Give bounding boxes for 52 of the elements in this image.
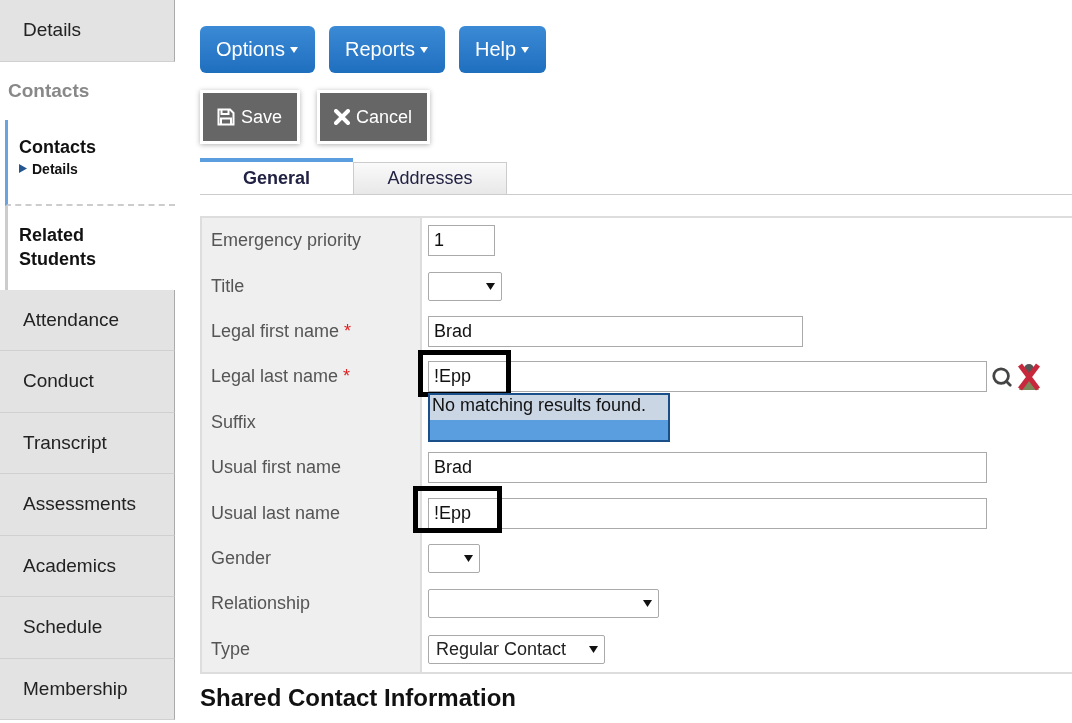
field-label: Suffix	[202, 399, 422, 445]
sidebar-tab[interactable]: Assessments	[0, 474, 175, 536]
sidebar-node-label: Contacts	[19, 135, 97, 159]
text-field[interactable]: 1	[428, 225, 495, 257]
select-dropdown[interactable]	[428, 543, 480, 573]
sidebar-tab[interactable]: Details	[0, 0, 175, 62]
triangle-icon	[19, 164, 27, 174]
cancel-button[interactable]: Cancel	[320, 93, 428, 141]
person-crossed-icon[interactable]	[1015, 361, 1043, 392]
text-field[interactable]: !Epp	[428, 361, 987, 393]
field-label: Emergency priority	[202, 218, 422, 264]
text-field[interactable]: !Epp	[428, 497, 987, 529]
field-label: Gender	[202, 535, 422, 582]
section-heading: Shared Contact Information	[200, 683, 518, 712]
sidebar-tab[interactable]: Academics	[0, 535, 175, 597]
tab[interactable]: Addresses	[353, 162, 507, 194]
field-label: Legal first name *	[202, 308, 422, 355]
field-label: Legal last name *	[202, 354, 422, 400]
menu-button[interactable]: Help	[458, 26, 547, 73]
field-label: Type	[202, 626, 422, 672]
sidebar-tab[interactable]: Membership	[0, 658, 175, 720]
field-label: Title	[202, 263, 422, 309]
field-label: Relationship	[202, 581, 422, 627]
select-dropdown[interactable]	[428, 271, 502, 301]
caret-icon	[486, 282, 495, 290]
save-button[interactable]: Save	[203, 93, 298, 141]
caret-icon	[418, 45, 429, 54]
field-label: Usual last name	[202, 490, 422, 536]
caret-icon	[288, 45, 299, 54]
search-icon[interactable]	[991, 365, 1013, 388]
menu-button[interactable]: Options	[200, 26, 315, 73]
menu-button[interactable]: Reports	[328, 26, 445, 73]
sidebar-tab[interactable]: Attendance	[0, 289, 175, 351]
sidebar-tab[interactable]: Schedule	[0, 597, 175, 659]
caret-icon	[643, 600, 652, 608]
close-icon	[334, 109, 351, 125]
sidebar-node-label: Related Students	[19, 224, 97, 271]
sidebar-tab[interactable]: Transcript	[0, 412, 175, 474]
autocomplete-dropdown[interactable]: No matching results found.	[428, 393, 670, 443]
caret-icon	[589, 645, 598, 653]
sidebar-subitem[interactable]: Details	[32, 160, 78, 177]
field-label: Usual first name	[202, 444, 422, 491]
select-dropdown[interactable]: Regular Contact	[428, 634, 605, 664]
no-results-message: No matching results found.	[430, 395, 668, 421]
sidebar-tab[interactable]: Conduct	[0, 351, 175, 413]
caret-icon	[464, 554, 473, 562]
caret-icon	[520, 45, 531, 54]
text-field[interactable]: Brad	[428, 315, 803, 347]
text-field[interactable]: Brad	[428, 452, 987, 484]
sidebar-heading: Contacts	[8, 79, 90, 102]
select-dropdown[interactable]	[428, 589, 659, 619]
sidebar-node[interactable]: Contacts Details	[5, 119, 175, 206]
